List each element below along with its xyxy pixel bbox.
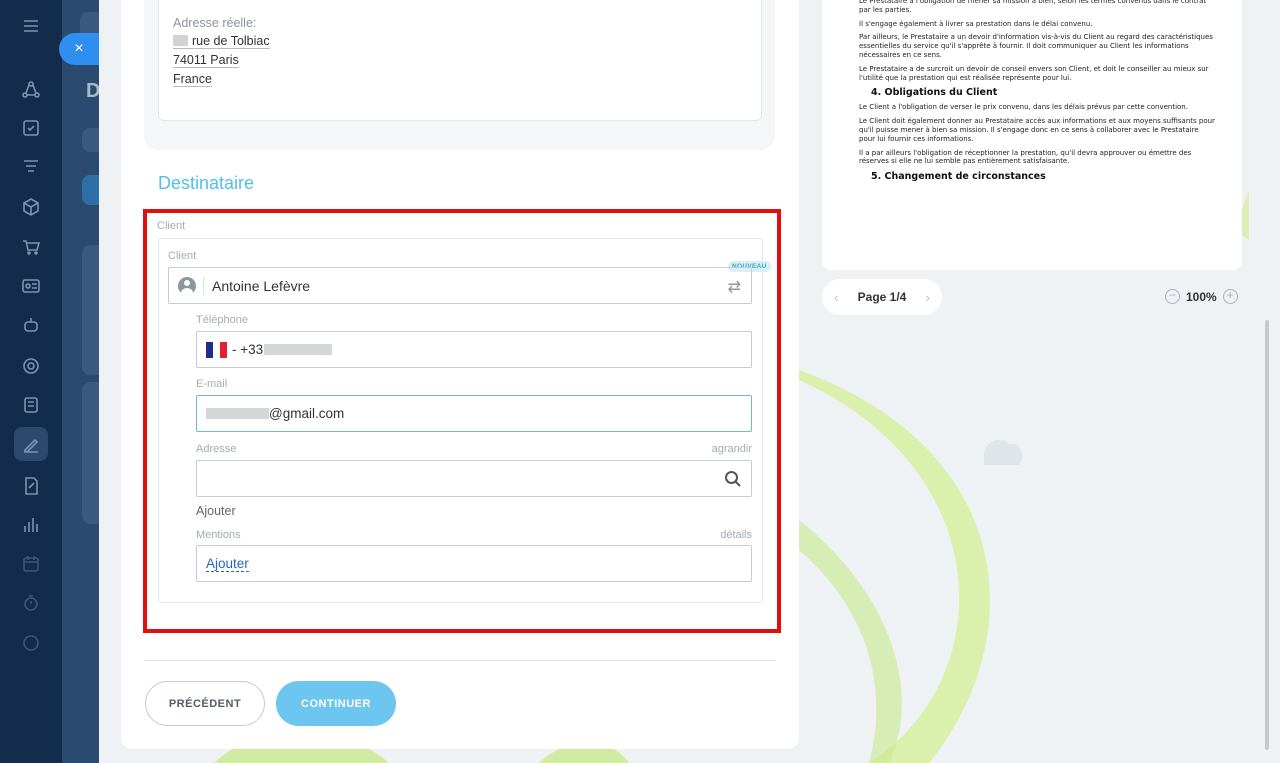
timer-icon[interactable] (20, 592, 42, 614)
preview-paragraph: Par ailleurs, le Prestataire a un devoir… (859, 33, 1213, 59)
doc-sign-icon[interactable] (20, 475, 42, 497)
menu-icon[interactable] (20, 15, 42, 37)
box-icon[interactable] (20, 196, 42, 218)
page-navigator: ‹ Page 1/4 › (822, 279, 942, 315)
tasks-icon[interactable] (20, 117, 42, 139)
preview-paragraph: Il s'engage également à livrer sa presta… (859, 19, 1093, 28)
more-icon[interactable] (20, 632, 42, 654)
address-label: Adresse réelle: (173, 16, 257, 30)
form-card: Adresse réelle: rue de Tolbiac 74011 Par… (121, 0, 799, 749)
redacted-number (173, 35, 188, 46)
address-country: France (173, 72, 212, 87)
target-icon[interactable] (20, 355, 42, 377)
preview-paragraph: Le Prestataire a de surcroit un devoir d… (859, 64, 1209, 82)
zoom-out-icon[interactable]: − (1165, 289, 1180, 304)
preview-heading: 5. Changement de circonstances (871, 171, 1046, 183)
highlight-frame (143, 209, 781, 633)
left-sidebar (0, 0, 62, 763)
zoom-control: − 100% + (1165, 289, 1238, 304)
filter-icon[interactable] (20, 155, 42, 177)
address-city: 74011 Paris (173, 53, 239, 68)
address-street-text: rue de Tolbiac (192, 34, 270, 48)
zoom-level: 100% (1186, 289, 1217, 304)
previous-button[interactable]: PRÉCÉDENT (145, 681, 265, 726)
slider-panel: Adresse réelle: rue de Tolbiac 74011 Par… (99, 0, 1280, 763)
preview-paragraph: Il a par ailleurs l'obligation de récept… (859, 148, 1192, 166)
page-indicator: Page 1/4 (857, 290, 907, 304)
preview-heading: 4. Obligations du Client (871, 87, 998, 99)
preview-paragraph: Le Client doit également donner au Prest… (859, 117, 1215, 143)
preview-paragraph: Le Prestataire a l'obligation de mener s… (859, 0, 1207, 14)
analytics-icon[interactable] (20, 514, 42, 536)
sender-address-card: Adresse réelle: rue de Tolbiac 74011 Par… (158, 0, 762, 121)
preview-paragraph: Le Client a l'obligation de verser le pr… (859, 103, 1188, 112)
close-button[interactable]: × (59, 33, 99, 65)
scrollbar[interactable] (1265, 320, 1269, 750)
id-card-icon[interactable] (20, 275, 42, 297)
building-icon[interactable] (20, 394, 42, 416)
address-street: rue de Tolbiac (173, 34, 270, 49)
zoom-in-icon[interactable]: + (1222, 289, 1238, 304)
robot-icon[interactable] (20, 314, 42, 336)
sign-icon[interactable] (14, 427, 48, 461)
document-preview[interactable]: Le Prestataire a l'obligation de mener s… (822, 0, 1242, 270)
chevron-left-icon[interactable]: ‹ (834, 290, 838, 305)
calendar-icon[interactable] (20, 553, 42, 575)
chevron-right-icon[interactable]: › (926, 290, 930, 305)
cart-icon[interactable] (20, 236, 42, 258)
footer-divider (144, 660, 776, 661)
sender-address-block: Adresse réelle: rue de Tolbiac 74011 Par… (144, 0, 775, 150)
continue-button[interactable]: CONTINUER (276, 681, 396, 726)
crm-icon[interactable] (20, 79, 42, 101)
recipient-section-title: Destinataire (158, 173, 255, 193)
